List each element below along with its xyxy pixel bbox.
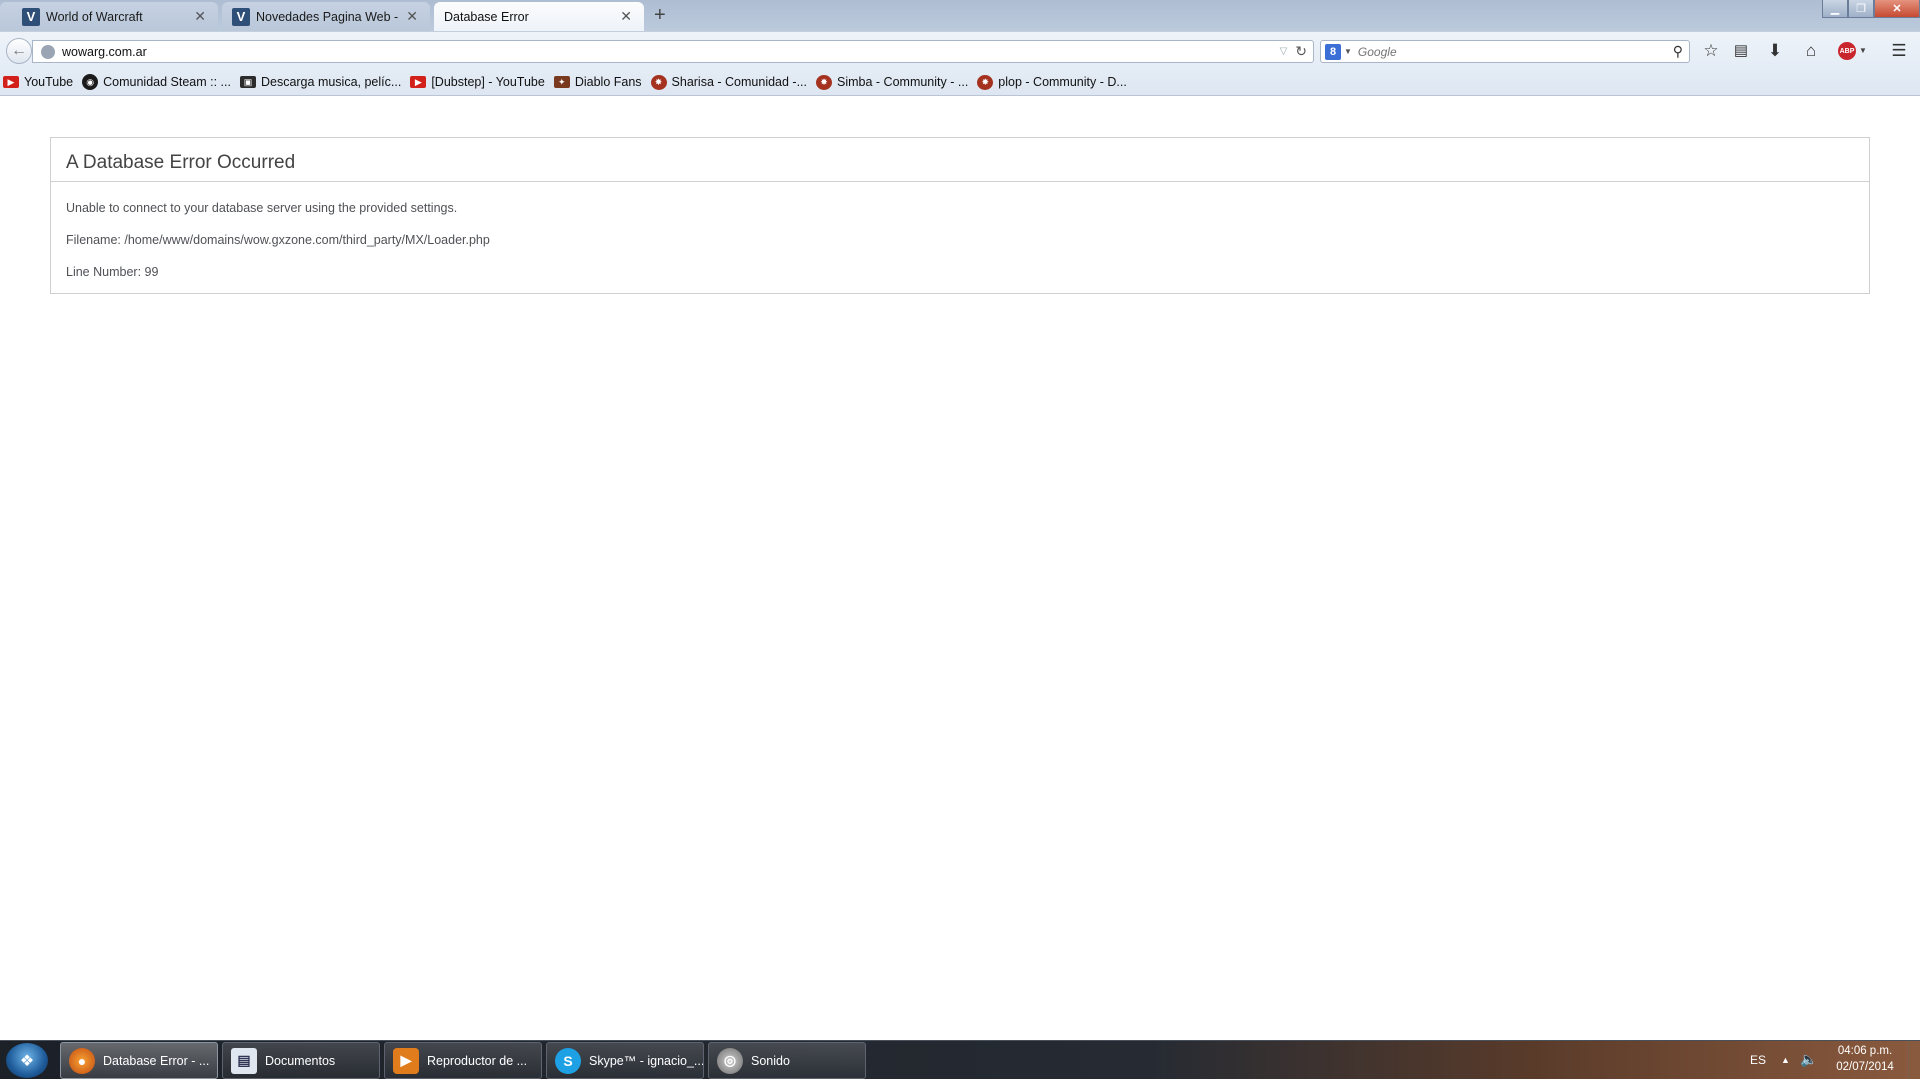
dota-icon: ✸ — [650, 74, 667, 90]
show-desktop-button[interactable] — [1908, 1041, 1920, 1079]
bookmark-label: plop - Community - D... — [998, 75, 1127, 89]
volume-icon[interactable]: 🔈 — [1800, 1040, 1817, 1079]
bookmark-label: YouTube — [24, 75, 74, 89]
download-icon: ▣ — [239, 76, 256, 88]
taskbar-item-skype[interactable]: S Skype™ - ignacio_... — [546, 1042, 704, 1079]
bookmark-label: Diablo Fans — [574, 75, 642, 89]
dota-icon: ✸ — [816, 74, 833, 90]
clock-date: 02/07/2014 — [1836, 1061, 1894, 1073]
taskbar-item-label: Sonido — [751, 1053, 790, 1068]
search-engine-dropdown-icon[interactable]: ▼ — [1344, 47, 1352, 56]
steam-icon: ◉ — [82, 74, 99, 90]
adblock-plus-icon[interactable]: ABP — [1838, 42, 1856, 60]
skype-icon: S — [555, 1047, 581, 1074]
bookmark-sharisa[interactable]: ✸ Sharisa - Comunidad -... — [650, 74, 808, 90]
documents-icon: ▤ — [231, 1047, 257, 1074]
maximize-button[interactable]: ❐ — [1848, 0, 1874, 18]
google-search-engine-icon[interactable]: 8 — [1325, 43, 1341, 60]
search-input[interactable] — [1357, 44, 1673, 59]
bookmark-star-icon[interactable]: ☆ — [1699, 41, 1723, 61]
error-message: Unable to connect to your database serve… — [66, 201, 458, 215]
tab-database-error[interactable]: Database Error ✕ — [434, 2, 644, 31]
windows-logo-icon: ❖ — [19, 1052, 35, 1070]
taskbar-item-firefox[interactable]: ● Database Error - ... — [60, 1042, 218, 1079]
bookmark-label: Sharisa - Comunidad -... — [671, 75, 808, 89]
minimize-button[interactable]: ▁ — [1822, 0, 1848, 18]
bookmark-diablo-fans[interactable]: ✦ Diablo Fans — [553, 75, 642, 89]
url-bar[interactable]: wowarg.com.ar ▽ ↻ — [32, 40, 1314, 63]
taskbar-item-reproductor[interactable]: ▶ Reproductor de ... — [384, 1042, 542, 1079]
taskbar-item-documentos[interactable]: ▤ Documentos — [222, 1042, 380, 1079]
language-indicator[interactable]: ES — [1750, 1040, 1766, 1079]
back-button[interactable]: ← — [6, 38, 32, 64]
bookmarks-toolbar: ▶ YouTube ◉ Comunidad Steam :: ... ▣ Des… — [0, 69, 1920, 96]
bookmark-simba[interactable]: ✸ Simba - Community - ... — [816, 74, 969, 90]
tab-label: Novedades Pagina Web - ... — [256, 9, 399, 24]
url-history-dropdown-icon[interactable]: ▽ — [1280, 46, 1288, 57]
database-error-panel: A Database Error Occurred Unable to conn… — [50, 137, 1870, 294]
bookmark-youtube[interactable]: ▶ YouTube — [3, 75, 73, 89]
diablo-icon: ✦ — [553, 76, 570, 88]
adblock-dropdown-icon[interactable]: ▼ — [1859, 46, 1867, 55]
taskbar-item-sonido[interactable]: ◎ Sonido — [708, 1042, 866, 1079]
bookmark-label: Simba - Community - ... — [837, 75, 969, 89]
bookmark-label: Comunidad Steam :: ... — [103, 75, 231, 89]
taskbar-item-label: Documentos — [265, 1053, 336, 1068]
magnifier-icon[interactable]: ⚲ — [1673, 43, 1683, 60]
bookmark-descarga[interactable]: ▣ Descarga musica, pelíc... — [239, 75, 402, 89]
home-icon[interactable]: ⌂ — [1799, 41, 1823, 61]
tab-close-icon[interactable]: ✕ — [406, 8, 418, 25]
bookmark-label: Descarga musica, pelíc... — [260, 75, 402, 89]
tab-label: Database Error — [444, 9, 529, 24]
navigation-bar: ← wowarg.com.ar ▽ ↻ 8 ▼ ⚲ ☆ ▤ ⬇ ⌂ ABP ▼ … — [0, 31, 1920, 69]
bookmark-dubstep[interactable]: ▶ [Dubstep] - YouTube — [410, 75, 545, 89]
tab-world-of-warcraft[interactable]: V World of Warcraft ✕ — [0, 2, 218, 31]
new-tab-button[interactable]: + — [654, 4, 666, 27]
tab-close-icon[interactable]: ✕ — [620, 8, 632, 25]
dota-icon: ✸ — [977, 74, 994, 90]
windows-taskbar: ❖ ● Database Error - ... ▤ Documentos ▶ … — [0, 1040, 1920, 1079]
tab-close-icon[interactable]: ✕ — [194, 8, 206, 25]
youtube-icon: ▶ — [3, 76, 19, 88]
bookmarks-menu-icon[interactable]: ▤ — [1729, 41, 1753, 59]
media-player-icon: ▶ — [393, 1047, 419, 1074]
site-favicon-icon: V — [22, 7, 40, 26]
tab-label: World of Warcraft — [46, 9, 143, 24]
page-title: A Database Error Occurred — [51, 138, 1869, 182]
clock-time: 04:06 p.m. — [1837, 1045, 1893, 1057]
downloads-icon[interactable]: ⬇ — [1763, 41, 1787, 61]
bookmark-steam[interactable]: ◉ Comunidad Steam :: ... — [82, 74, 231, 90]
bookmark-label: [Dubstep] - YouTube — [431, 75, 545, 89]
taskbar-item-label: Skype™ - ignacio_... — [589, 1053, 704, 1068]
globe-icon — [41, 44, 55, 59]
bookmark-plop[interactable]: ✸ plop - Community - D... — [977, 74, 1127, 90]
taskbar-item-label: Database Error - ... — [103, 1053, 210, 1068]
url-text[interactable]: wowarg.com.ar — [62, 45, 1280, 59]
back-arrow-icon: ← — [11, 42, 27, 59]
reload-icon[interactable]: ↻ — [1295, 43, 1307, 60]
error-line-number: Line Number: 99 — [66, 265, 159, 279]
site-favicon-icon: V — [232, 7, 250, 26]
menu-hamburger-icon[interactable]: ☰ — [1887, 41, 1911, 61]
system-clock[interactable]: 04:06 p.m. 02/07/2014 — [1820, 1043, 1910, 1075]
tab-novedades[interactable]: V Novedades Pagina Web - ... ✕ — [222, 2, 430, 31]
youtube-icon: ▶ — [410, 76, 427, 88]
firefox-icon: ● — [69, 1047, 95, 1074]
tab-strip: V World of Warcraft ✕ V Novedades Pagina… — [0, 0, 1920, 31]
start-button[interactable]: ❖ — [6, 1043, 48, 1078]
taskbar-item-label: Reproductor de ... — [427, 1053, 528, 1068]
show-hidden-icons-icon[interactable]: ▲ — [1781, 1040, 1790, 1079]
close-window-button[interactable]: ✕ — [1874, 0, 1920, 18]
window-controls: ▁ ❐ ✕ — [1822, 0, 1920, 18]
sound-icon: ◎ — [717, 1047, 743, 1074]
search-bar[interactable]: 8 ▼ ⚲ — [1320, 40, 1690, 63]
error-filename: Filename: /home/www/domains/wow.gxzone.c… — [66, 233, 490, 247]
